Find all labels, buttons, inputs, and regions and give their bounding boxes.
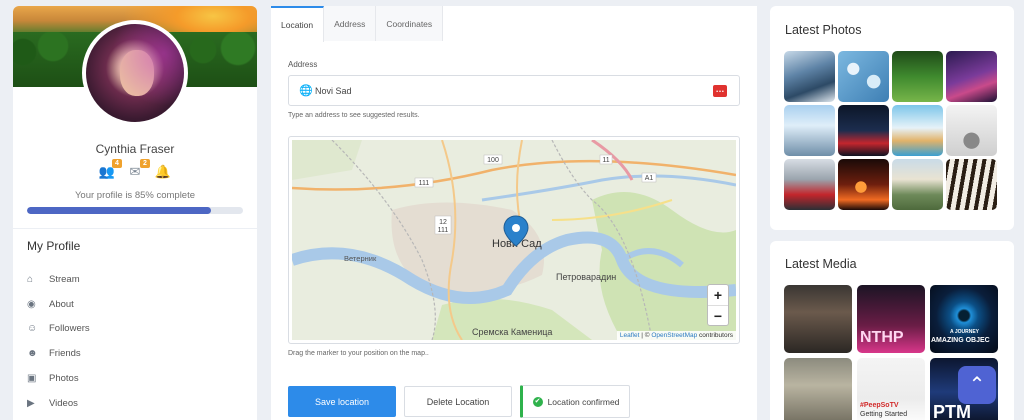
latest-photos-title: Latest Photos	[785, 23, 862, 37]
location-tabs: Location Address Coordinates	[271, 6, 444, 42]
menu-item-label: Photos	[49, 373, 79, 385]
menu-item-videos[interactable]: ▶ Videos	[27, 391, 90, 416]
menu-item-label: Videos	[49, 397, 78, 409]
profile-card: Cynthia Fraser 👥 4 ✉ 2 🔔 Your profile is 8…	[13, 6, 257, 228]
delete-location-button[interactable]: Delete Location	[404, 386, 512, 417]
profile-completion-bar	[27, 207, 243, 214]
map-place-label: Сремска Каменица	[472, 327, 552, 337]
my-profile-list: ⌂ Stream ◉ About ☺ Followers ☻ Friends ▣ Phot…	[27, 267, 90, 416]
map[interactable]: 100 111 12 111 11 A1 Ветерник Петроварад…	[292, 140, 736, 340]
avatar[interactable]	[82, 20, 188, 126]
photo-thumbnail[interactable]	[892, 51, 943, 102]
latest-media-title: Latest Media	[785, 257, 857, 271]
menu-item-label: Followers	[49, 323, 90, 335]
address-input[interactable]	[315, 85, 695, 96]
map-help-text: Drag the marker to your position on the …	[288, 350, 429, 357]
map-attribution: Leaflet | © OpenStreetMap contributors	[616, 331, 736, 340]
location-status-badge: ✔ Location confirmed	[520, 385, 630, 418]
messages-icon[interactable]: ✉ 2	[126, 159, 150, 179]
map-place-label: Ветерник	[344, 254, 377, 263]
map-road-label: 12	[439, 219, 447, 226]
chevron-up-icon: ⌃	[968, 374, 986, 396]
location-editor: Location Address Coordinates Address 🌐 ……	[271, 6, 757, 420]
menu-item-label: Friends	[49, 348, 81, 360]
scroll-to-top-button[interactable]: ⌃	[958, 366, 996, 404]
menu-item-label: Stream	[49, 273, 80, 285]
photo-thumbnail[interactable]	[892, 105, 943, 156]
map-zoom-control: + −	[707, 284, 729, 326]
map-road-label: 111	[438, 227, 449, 234]
camera-icon: ▣	[27, 373, 37, 385]
zoom-in-button[interactable]: +	[708, 285, 728, 305]
my-profile-title: My Profile	[27, 239, 81, 253]
friend-requests-icon[interactable]: 👥 4	[98, 159, 122, 179]
bell-icon[interactable]: 🔔	[154, 165, 172, 179]
media-caption: A JOURNEY	[950, 329, 979, 335]
media-thumbnail[interactable]: NTHP	[857, 285, 925, 353]
photo-thumbnail[interactable]	[838, 105, 889, 156]
media-caption: Getting Started	[860, 411, 908, 418]
video-icon: ▶	[27, 397, 35, 409]
profile-name[interactable]: Cynthia Fraser	[13, 142, 257, 156]
photo-thumbnail[interactable]	[838, 51, 889, 102]
attribution-separator: | ©	[639, 332, 652, 339]
menu-item-followers[interactable]: ☺ Followers	[27, 317, 90, 342]
map-tiles: 100 111 12 111 11 A1 Ветерник Петроварад…	[292, 140, 736, 340]
map-road-label: 100	[487, 157, 499, 164]
my-profile-menu: My Profile ⌂ Stream ◉ About ☺ Followers ☻ Fr…	[13, 229, 257, 420]
messages-badge: 2	[140, 159, 150, 168]
photo-thumbnail[interactable]	[784, 105, 835, 156]
photo-thumbnail[interactable]	[892, 159, 943, 210]
tab-coordinates[interactable]: Coordinates	[376, 6, 444, 41]
menu-item-photos[interactable]: ▣ Photos	[27, 366, 90, 391]
friend-requests-badge: 4	[112, 159, 122, 168]
menu-item-about[interactable]: ◉ About	[27, 292, 90, 317]
menu-item-friends[interactable]: ☻ Friends	[27, 341, 90, 366]
globe-icon: 🌐	[299, 84, 313, 97]
profile-notification-icons: 👥 4 ✉ 2 🔔	[13, 159, 257, 179]
media-caption: PTM	[933, 402, 971, 420]
menu-item-stream[interactable]: ⌂ Stream	[27, 267, 90, 292]
photo-thumbnail[interactable]	[784, 159, 835, 210]
media-caption: #PeepSoTV	[860, 402, 899, 409]
media-caption: AMAZING OBJEC	[931, 337, 990, 344]
menu-item-label: About	[49, 298, 74, 310]
media-caption: NTHP	[860, 329, 904, 346]
password-manager-icon[interactable]: …	[713, 85, 727, 97]
users-icon: ☻	[27, 348, 38, 360]
media-thumbnail[interactable]	[784, 285, 852, 353]
user-circle-icon: ◉	[27, 298, 36, 310]
attribution-contributors: contributors	[697, 332, 733, 339]
media-thumbnail[interactable]	[784, 358, 852, 420]
profile-completion-fill	[27, 207, 211, 214]
address-label: Address	[288, 60, 318, 69]
profile-completion-text: Your profile is 85% complete	[74, 190, 196, 201]
photo-thumbnail[interactable]	[838, 159, 889, 210]
map-road-label: 111	[419, 180, 430, 187]
openstreetmap-link[interactable]: OpenStreetMap	[651, 332, 697, 339]
map-road-label: A1	[645, 175, 654, 182]
latest-photos-widget: Latest Photos	[770, 6, 1014, 230]
media-thumbnail[interactable]: #PeepSoTV Getting Started	[857, 358, 925, 420]
latest-photos-grid	[784, 51, 997, 210]
photo-thumbnail[interactable]	[784, 51, 835, 102]
save-location-button[interactable]: Save location	[288, 386, 396, 417]
address-field[interactable]: 🌐 …	[288, 75, 740, 106]
map-road-label: 11	[602, 157, 609, 164]
address-help-text: Type an address to see suggested results…	[288, 112, 420, 119]
tab-address[interactable]: Address	[324, 6, 377, 41]
photo-thumbnail[interactable]	[946, 105, 997, 156]
tab-location[interactable]: Location	[271, 6, 325, 42]
photo-thumbnail[interactable]	[946, 51, 997, 102]
user-check-icon: ☺	[27, 323, 38, 335]
zoom-out-button[interactable]: −	[708, 305, 728, 325]
home-icon: ⌂	[27, 273, 34, 285]
location-status-text: Location confirmed	[547, 396, 620, 407]
map-place-label: Петроварадин	[556, 272, 616, 282]
leaflet-link[interactable]: Leaflet	[620, 332, 640, 339]
photo-thumbnail[interactable]	[946, 159, 997, 210]
map-container: 100 111 12 111 11 A1 Ветерник Петроварад…	[288, 136, 740, 344]
check-circle-icon: ✔	[532, 396, 543, 407]
media-thumbnail[interactable]: A JOURNEY AMAZING OBJEC	[930, 285, 998, 353]
